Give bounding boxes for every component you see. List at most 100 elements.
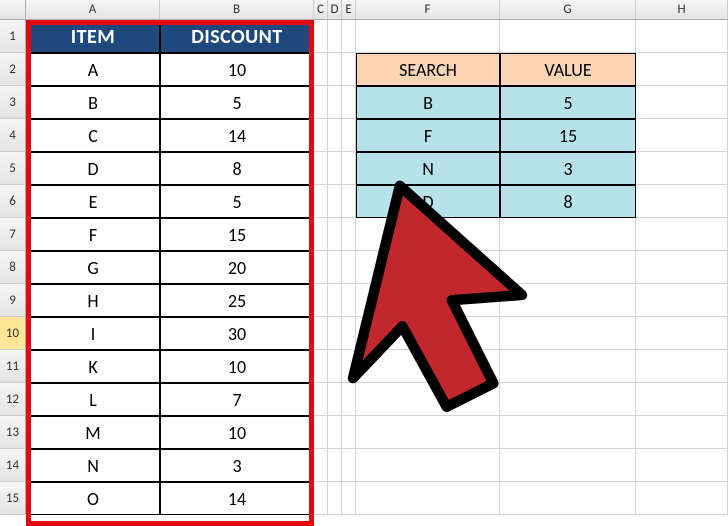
cell[interactable]: 5 [160, 86, 314, 119]
cell[interactable] [328, 317, 342, 350]
cell[interactable]: D [356, 185, 500, 218]
cell[interactable] [314, 482, 328, 515]
cell[interactable]: 3 [160, 449, 314, 482]
header-search[interactable]: SEARCH [356, 53, 500, 86]
cell[interactable] [636, 119, 728, 152]
cell[interactable] [328, 86, 342, 119]
cell[interactable] [636, 383, 728, 416]
cell[interactable] [636, 317, 728, 350]
cell[interactable]: H [26, 284, 160, 317]
cell[interactable] [500, 449, 636, 482]
cell[interactable] [342, 383, 356, 416]
cell[interactable]: F [356, 119, 500, 152]
cell[interactable] [342, 482, 356, 515]
cell[interactable]: 25 [160, 284, 314, 317]
cell[interactable] [328, 416, 342, 449]
cell[interactable] [636, 185, 728, 218]
cell[interactable] [500, 218, 636, 251]
col-header-g[interactable]: G [500, 0, 636, 19]
header-item[interactable]: ITEM [26, 20, 160, 53]
cell[interactable] [314, 350, 328, 383]
row-header[interactable]: 10 [0, 317, 26, 350]
cell[interactable] [500, 284, 636, 317]
cell[interactable] [636, 416, 728, 449]
cell[interactable] [342, 185, 356, 218]
col-header-e[interactable]: E [342, 0, 356, 19]
header-discount[interactable]: DISCOUNT [160, 20, 314, 53]
cell[interactable] [342, 449, 356, 482]
cell[interactable]: O [26, 482, 160, 515]
cell[interactable] [500, 482, 636, 515]
cell[interactable] [356, 251, 500, 284]
cell[interactable] [356, 20, 500, 53]
cell[interactable] [328, 482, 342, 515]
cell[interactable] [636, 53, 728, 86]
cell[interactable] [500, 317, 636, 350]
cell[interactable]: 7 [160, 383, 314, 416]
cell[interactable]: 14 [160, 482, 314, 515]
cell[interactable] [356, 317, 500, 350]
cell[interactable] [342, 20, 356, 53]
cell[interactable] [500, 350, 636, 383]
cell[interactable] [314, 383, 328, 416]
cell[interactable]: 15 [160, 218, 314, 251]
cell[interactable] [356, 449, 500, 482]
cell[interactable] [328, 119, 342, 152]
cell[interactable] [342, 53, 356, 86]
cell[interactable]: B [26, 86, 160, 119]
cell[interactable]: K [26, 350, 160, 383]
cell[interactable] [314, 284, 328, 317]
cell[interactable] [342, 119, 356, 152]
cell[interactable] [342, 86, 356, 119]
cell[interactable] [314, 185, 328, 218]
cell[interactable] [328, 53, 342, 86]
col-header-a[interactable]: A [26, 0, 160, 19]
cell[interactable] [328, 152, 342, 185]
cell[interactable] [636, 482, 728, 515]
row-header[interactable]: 11 [0, 350, 26, 383]
cell[interactable] [314, 53, 328, 86]
cell[interactable]: D [26, 152, 160, 185]
col-header-b[interactable]: B [160, 0, 314, 19]
cell[interactable] [328, 185, 342, 218]
cell[interactable] [500, 251, 636, 284]
cell[interactable]: 14 [160, 119, 314, 152]
cell[interactable] [500, 383, 636, 416]
row-header[interactable]: 1 [0, 20, 26, 53]
row-header[interactable]: 6 [0, 185, 26, 218]
row-header[interactable]: 7 [0, 218, 26, 251]
cell[interactable]: 30 [160, 317, 314, 350]
cell[interactable] [314, 152, 328, 185]
cell[interactable] [314, 218, 328, 251]
row-header[interactable]: 5 [0, 152, 26, 185]
cell[interactable]: N [26, 449, 160, 482]
cell[interactable] [328, 449, 342, 482]
cell[interactable]: 10 [160, 53, 314, 86]
cell[interactable] [328, 218, 342, 251]
row-header[interactable]: 4 [0, 119, 26, 152]
cell[interactable] [636, 251, 728, 284]
cell[interactable]: E [26, 185, 160, 218]
cell[interactable]: 8 [500, 185, 636, 218]
cell[interactable] [328, 284, 342, 317]
cell[interactable] [356, 284, 500, 317]
cell[interactable] [314, 119, 328, 152]
cell[interactable]: M [26, 416, 160, 449]
cell[interactable] [342, 350, 356, 383]
cell[interactable]: G [26, 251, 160, 284]
cell[interactable] [342, 152, 356, 185]
cell[interactable]: A [26, 53, 160, 86]
cell[interactable]: 15 [500, 119, 636, 152]
cell[interactable] [314, 449, 328, 482]
cell[interactable] [314, 251, 328, 284]
row-header[interactable]: 13 [0, 416, 26, 449]
row-header[interactable]: 3 [0, 86, 26, 119]
col-header-c[interactable]: C [314, 0, 328, 19]
cell[interactable] [342, 416, 356, 449]
cell[interactable] [314, 416, 328, 449]
cell[interactable] [500, 416, 636, 449]
select-all-corner[interactable] [0, 0, 26, 19]
cell[interactable] [314, 86, 328, 119]
row-header[interactable]: 14 [0, 449, 26, 482]
cell[interactable]: 10 [160, 350, 314, 383]
